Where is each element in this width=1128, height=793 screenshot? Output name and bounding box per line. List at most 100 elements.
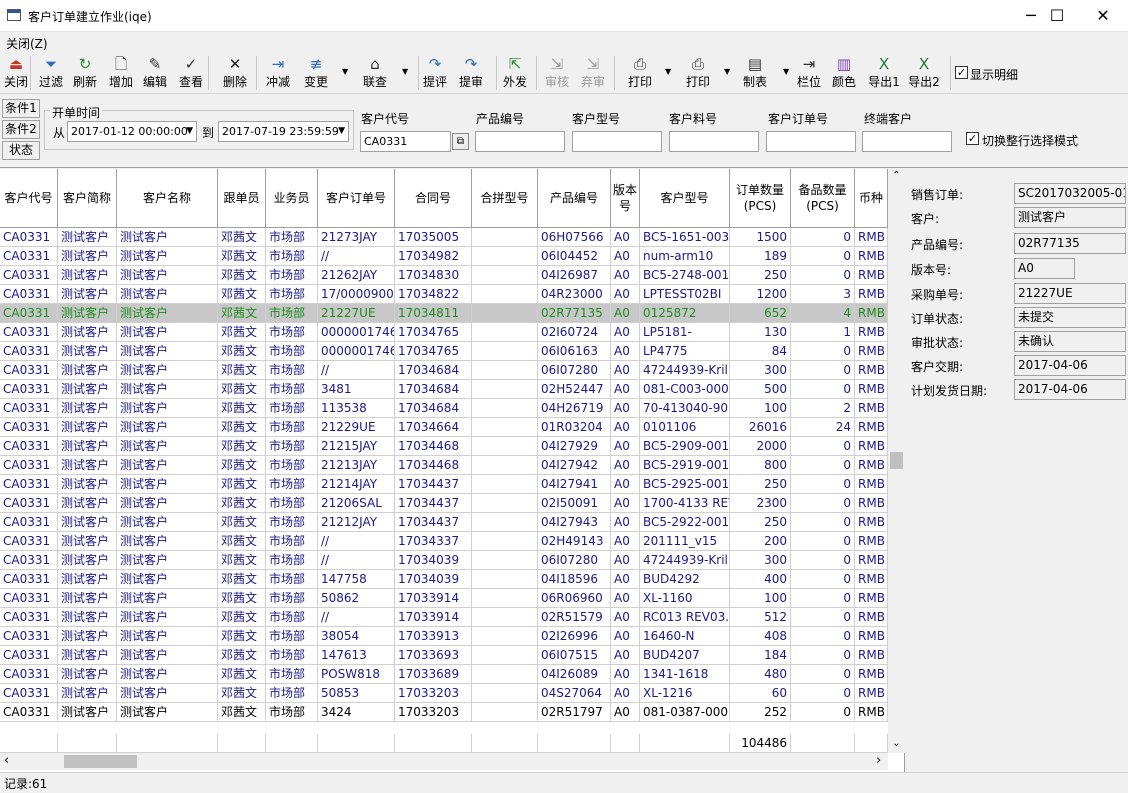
table-cell[interactable]: A0 bbox=[611, 228, 640, 247]
table-cell[interactable]: 测试客户 bbox=[58, 570, 117, 589]
table-cell[interactable]: CA0331 bbox=[0, 361, 58, 380]
table-cell[interactable]: 3 bbox=[791, 285, 855, 304]
table-cell[interactable]: 市场部 bbox=[266, 266, 318, 285]
table-cell[interactable]: 0 bbox=[791, 475, 855, 494]
table-cell[interactable]: 250 bbox=[730, 475, 791, 494]
table-cell[interactable] bbox=[472, 646, 538, 665]
toolbar-button-6[interactable]: ✕ 删除 bbox=[220, 54, 250, 92]
table-row[interactable]: CA0331 测试客户 测试客户 邓茜文 市场部//17034982 06I04452 A0… bbox=[0, 247, 888, 266]
table-cell[interactable]: 0 bbox=[791, 703, 855, 722]
table-cell[interactable]: 17034437 bbox=[395, 475, 472, 494]
tab-condition1[interactable]: 条件1 bbox=[2, 99, 40, 118]
table-cell[interactable]: A0 bbox=[611, 646, 640, 665]
table-cell[interactable]: 0 bbox=[791, 684, 855, 703]
table-cell[interactable] bbox=[472, 418, 538, 437]
customer-model-input[interactable] bbox=[572, 131, 662, 152]
toolbar-button-2[interactable]: ↻ 刷新 bbox=[70, 54, 100, 92]
table-cell[interactable]: 000000174600 bbox=[318, 323, 395, 342]
table-row[interactable]: CA0331 测试客户 测试客户 邓茜文 市场部 17/0000900 17034822 04… bbox=[0, 285, 888, 304]
dropdown-arrow-icon[interactable]: ▼ bbox=[665, 67, 671, 76]
table-cell[interactable] bbox=[472, 703, 538, 722]
product-no-input[interactable] bbox=[475, 131, 565, 152]
table-row[interactable]: CA0331 测试客户 测试客户 邓茜文 市场部 113538 17034684 04H267… bbox=[0, 399, 888, 418]
toolbar-button-20[interactable]: X 导出1 bbox=[867, 54, 901, 92]
table-cell[interactable]: 测试客户 bbox=[58, 418, 117, 437]
toolbar-button-3[interactable]: 🗋 增加 bbox=[106, 54, 136, 92]
table-row[interactable]: CA0331 测试客户 测试客户 邓茜文 市场部 38054 17033913 02I2699… bbox=[0, 627, 888, 646]
table-cell[interactable]: 04I27929 bbox=[538, 437, 611, 456]
horizontal-scroll-thumb[interactable] bbox=[64, 755, 137, 768]
table-row[interactable]: CA0331 测试客户 测试客户 邓茜文 市场部 21229UE 17034664 01R03… bbox=[0, 418, 888, 437]
table-cell[interactable]: RMB bbox=[855, 361, 888, 380]
table-cell[interactable]: 测试客户 bbox=[58, 532, 117, 551]
table-cell[interactable]: 邓茜文 bbox=[218, 589, 266, 608]
table-cell[interactable]: 邓茜文 bbox=[218, 513, 266, 532]
table-cell[interactable]: LPTESST02BI bbox=[640, 285, 730, 304]
table-cell[interactable]: 市场部 bbox=[266, 437, 318, 456]
table-cell[interactable]: // bbox=[318, 532, 395, 551]
table-cell[interactable]: CA0331 bbox=[0, 285, 58, 304]
table-cell[interactable]: RMB bbox=[855, 589, 888, 608]
table-cell[interactable]: 邓茜文 bbox=[218, 342, 266, 361]
table-cell[interactable]: A0 bbox=[611, 589, 640, 608]
table-cell[interactable]: RMB bbox=[855, 304, 888, 323]
table-cell[interactable]: 17034437 bbox=[395, 513, 472, 532]
table-cell[interactable]: 0 bbox=[791, 361, 855, 380]
table-cell[interactable]: RMB bbox=[855, 551, 888, 570]
table-cell[interactable]: CA0331 bbox=[0, 684, 58, 703]
column-header[interactable]: 产品编号 bbox=[538, 169, 611, 228]
table-cell[interactable] bbox=[472, 456, 538, 475]
table-cell[interactable]: 0 bbox=[791, 342, 855, 361]
table-cell[interactable]: 邓茜文 bbox=[218, 703, 266, 722]
table-cell[interactable] bbox=[472, 494, 538, 513]
table-cell[interactable]: 300 bbox=[730, 361, 791, 380]
table-cell[interactable]: 2000 bbox=[730, 437, 791, 456]
table-cell[interactable]: 2 bbox=[791, 399, 855, 418]
table-row[interactable]: CA0331 测试客户 测试客户 邓茜文 市场部 147613 17033693 06I075… bbox=[0, 646, 888, 665]
table-row[interactable]: CA0331 测试客户 测试客户 邓茜文 市场部//17034337 02H49143 A0… bbox=[0, 532, 888, 551]
table-cell[interactable]: 邓茜文 bbox=[218, 418, 266, 437]
table-cell[interactable]: A0 bbox=[611, 380, 640, 399]
table-cell[interactable]: 测试客户 bbox=[117, 304, 218, 323]
toolbar-button-19[interactable]: ▥ 颜色 bbox=[829, 54, 859, 92]
table-cell[interactable] bbox=[472, 437, 538, 456]
table-cell[interactable]: A0 bbox=[611, 494, 640, 513]
table-cell[interactable]: 市场部 bbox=[266, 646, 318, 665]
table-cell[interactable]: A0 bbox=[611, 570, 640, 589]
table-cell[interactable]: 邓茜文 bbox=[218, 627, 266, 646]
table-cell[interactable]: 50862 bbox=[318, 589, 395, 608]
table-row[interactable]: CA0331 测试客户 测试客户 邓茜文 市场部 21273JAY 17035005 06H0… bbox=[0, 228, 888, 247]
table-cell[interactable]: 02R77135 bbox=[538, 304, 611, 323]
table-cell[interactable]: 邓茜文 bbox=[218, 285, 266, 304]
table-cell[interactable]: 250 bbox=[730, 513, 791, 532]
table-cell[interactable]: 0 bbox=[791, 513, 855, 532]
table-cell[interactable]: 17034039 bbox=[395, 551, 472, 570]
table-cell[interactable]: 市场部 bbox=[266, 589, 318, 608]
table-cell[interactable]: 04I27942 bbox=[538, 456, 611, 475]
table-cell[interactable]: 06I06163 bbox=[538, 342, 611, 361]
table-cell[interactable]: 300 bbox=[730, 551, 791, 570]
table-cell[interactable]: 17034684 bbox=[395, 380, 472, 399]
table-cell[interactable]: 100 bbox=[730, 589, 791, 608]
table-cell[interactable]: RMB bbox=[855, 418, 888, 437]
table-cell[interactable]: 市场部 bbox=[266, 456, 318, 475]
table-row[interactable]: CA0331 测试客户 测试客户 邓茜文 市场部//17033914 02R51579 A0… bbox=[0, 608, 888, 627]
table-cell[interactable]: 1200 bbox=[730, 285, 791, 304]
table-cell[interactable]: 02H49143 bbox=[538, 532, 611, 551]
column-header[interactable]: 客户订单号 bbox=[318, 169, 395, 228]
table-cell[interactable]: 50853 bbox=[318, 684, 395, 703]
table-cell[interactable]: 测试客户 bbox=[117, 342, 218, 361]
table-cell[interactable]: 市场部 bbox=[266, 513, 318, 532]
table-cell[interactable]: 250 bbox=[730, 266, 791, 285]
table-cell[interactable]: 0 bbox=[791, 228, 855, 247]
table-cell[interactable]: 17034982 bbox=[395, 247, 472, 266]
table-cell[interactable]: CA0331 bbox=[0, 418, 58, 437]
table-cell[interactable]: 17034684 bbox=[395, 361, 472, 380]
table-cell[interactable]: 邓茜文 bbox=[218, 665, 266, 684]
table-cell[interactable]: 测试客户 bbox=[117, 570, 218, 589]
toolbar-button-7[interactable]: ⇥ 冲减 bbox=[262, 54, 294, 92]
table-cell[interactable]: RC013 REV03. bbox=[640, 608, 730, 627]
table-cell[interactable]: 市场部 bbox=[266, 627, 318, 646]
table-cell[interactable]: 400 bbox=[730, 570, 791, 589]
dropdown-arrow-icon[interactable]: ▼ bbox=[342, 67, 348, 76]
